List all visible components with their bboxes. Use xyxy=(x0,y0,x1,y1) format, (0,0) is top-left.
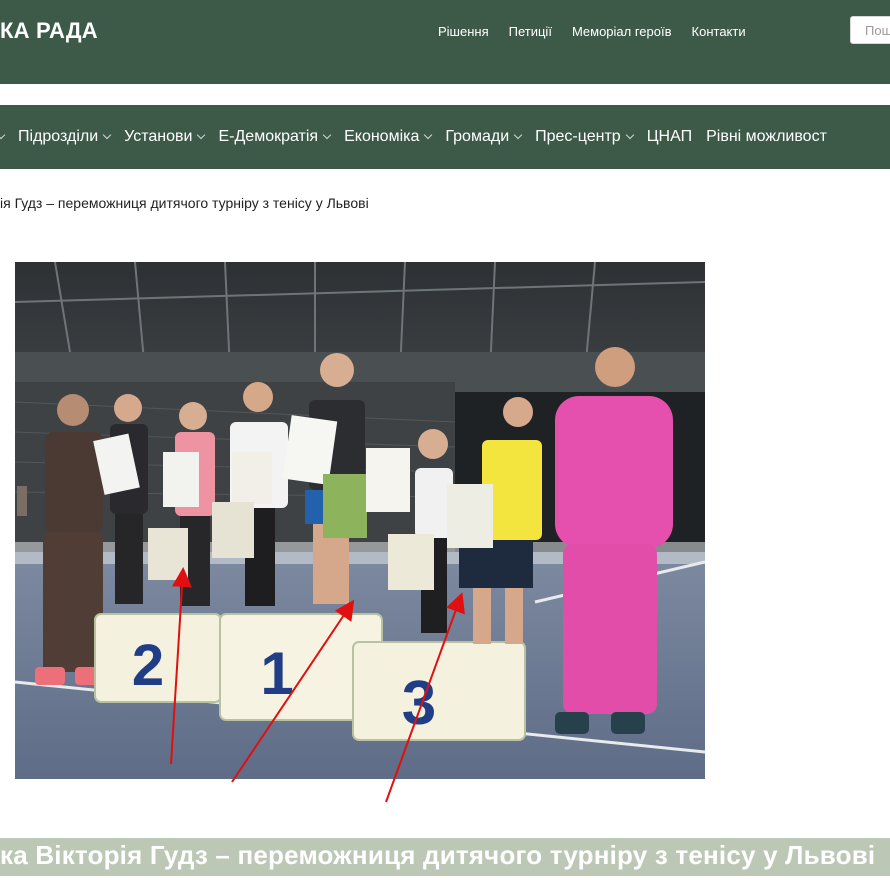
article-photo: 2 1 3 xyxy=(15,262,705,779)
top-links: Рішення Петиції Меморіал героїв Контакти xyxy=(438,24,746,39)
nav-item-label: Рівні можливост xyxy=(706,128,827,145)
nav-item-label: Прес-центр xyxy=(535,128,621,145)
main-nav: Підрозділи Установи Е-Демократія Економі… xyxy=(0,105,890,169)
podium-label-first: 1 xyxy=(260,640,293,707)
chevron-down-icon xyxy=(102,130,112,140)
podium-photo-illustration: 2 1 3 xyxy=(15,262,705,779)
chevron-down-icon xyxy=(424,130,433,140)
nav-item-label: Громади xyxy=(445,128,510,145)
top-link-contacts[interactable]: Контакти xyxy=(692,24,746,39)
nav-item-communities[interactable]: Громади xyxy=(445,128,535,146)
nav-item-label: ЦНАП xyxy=(646,128,693,145)
article-caption: ка Вікторія Гудз – переможниця дитячого … xyxy=(0,840,876,870)
top-link-memorial[interactable]: Меморіал героїв xyxy=(572,24,672,39)
caption-bar: ка Вікторія Гудз – переможниця дитячого … xyxy=(0,838,890,876)
site-logo-text[interactable]: КА РАДА xyxy=(0,18,98,44)
chevron-down-icon xyxy=(0,130,6,140)
nav-item-e-democracy[interactable]: Е-Демократія xyxy=(218,128,344,146)
nav-item-label: Економіка xyxy=(344,128,420,145)
chevron-down-icon xyxy=(513,130,523,140)
nav-item-cnap[interactable]: ЦНАП xyxy=(647,128,706,146)
podium-label-third: 3 xyxy=(402,669,436,738)
nav-item-economy[interactable]: Економіка xyxy=(344,128,445,146)
nav-item-departments[interactable]: Підрозділи xyxy=(18,128,124,146)
chevron-down-icon xyxy=(322,130,332,140)
top-header: КА РАДА Рішення Петиції Меморіал героїв … xyxy=(0,0,890,84)
nav-item-partial[interactable] xyxy=(0,130,18,140)
top-link-decisions[interactable]: Рішення xyxy=(438,24,489,39)
nav-item-label: Е-Демократія xyxy=(218,128,319,145)
chevron-down-icon xyxy=(197,130,206,140)
top-link-petitions[interactable]: Петиції xyxy=(509,24,552,39)
nav-item-label: Підрозділи xyxy=(18,128,99,145)
breadcrumb: ія Гудз – переможниця дитячого турніру з… xyxy=(0,195,369,211)
nav-item-institutions[interactable]: Установи xyxy=(124,128,218,146)
nav-item-press-center[interactable]: Прес-центр xyxy=(535,128,647,146)
nav-item-equal-opportunities[interactable]: Рівні можливост xyxy=(706,128,841,146)
podium-label-second: 2 xyxy=(132,633,164,698)
search-input[interactable] xyxy=(850,16,890,44)
chevron-down-icon xyxy=(625,130,634,140)
nav-item-label: Установи xyxy=(124,128,193,145)
